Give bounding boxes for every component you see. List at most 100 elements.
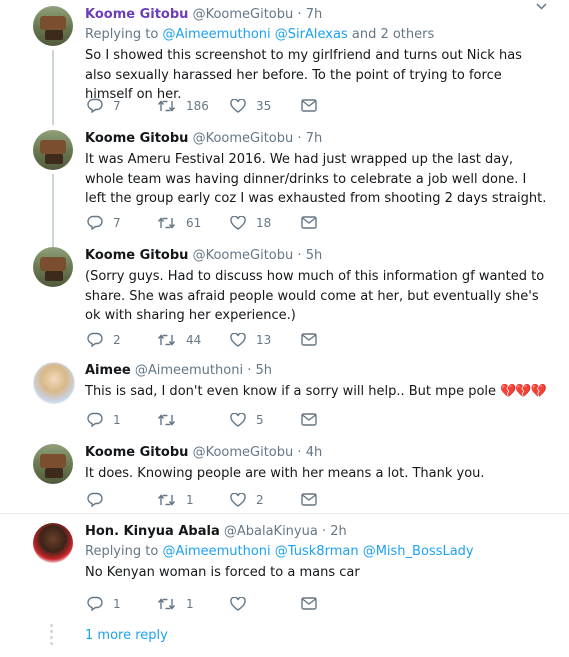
more-replies-link[interactable]: 1 more reply — [85, 628, 168, 643]
timestamp[interactable]: 4h — [306, 445, 323, 460]
like-button[interactable] — [230, 595, 256, 613]
tweet[interactable]: Koome Gitobu @KoomeGitobu · 5h (Sorry gu… — [0, 240, 569, 352]
user-handle[interactable]: @KoomeGitobu — [193, 248, 294, 263]
tweet[interactable]: Koome Gitobu @KoomeGitobu · 4h It does. … — [0, 437, 569, 513]
retweet-button[interactable] — [157, 411, 186, 429]
reply-count: 2 — [113, 333, 121, 347]
separator: · — [297, 248, 302, 263]
dm-button[interactable] — [301, 595, 317, 613]
mention-link[interactable]: @Aimeemuthoni — [162, 544, 270, 559]
user-handle[interactable]: @KoomeGitobu — [193, 131, 294, 146]
dm-button[interactable] — [301, 214, 317, 232]
avatar[interactable] — [33, 362, 75, 404]
tweet[interactable]: Koome Gitobu @KoomeGitobu · 7h It was Am… — [0, 122, 569, 247]
user-name[interactable]: Hon. Kinyua Abala — [85, 524, 220, 539]
reply-button[interactable]: 1 — [87, 595, 121, 613]
user-name[interactable]: Koome Gitobu — [85, 131, 188, 146]
retweet-button[interactable]: 44 — [157, 331, 201, 349]
like-count: 2 — [256, 493, 264, 507]
user-name[interactable]: Koome Gitobu — [85, 445, 188, 460]
tweet[interactable]: Hon. Kinyua Abala @AbalaKinyua · 2h Repl… — [0, 514, 569, 618]
heart-icon — [230, 215, 246, 230]
avatar[interactable] — [33, 6, 73, 46]
separator: · — [297, 7, 302, 22]
reply-icon — [87, 332, 103, 348]
retweet-icon — [157, 413, 176, 426]
user-handle[interactable]: @Aimeemuthoni — [135, 363, 243, 378]
heart-icon — [230, 332, 246, 347]
retweet-count: 44 — [186, 333, 202, 347]
separator: · — [321, 524, 327, 539]
retweet-count: 61 — [186, 216, 202, 230]
heart-icon — [230, 412, 246, 427]
chevron-down-icon[interactable] — [536, 2, 547, 13]
like-count: 13 — [256, 333, 272, 347]
user-handle[interactable]: @AbalaKinyua — [224, 524, 318, 539]
avatar[interactable] — [33, 130, 73, 170]
replying-to-label: Replying to — [85, 544, 159, 559]
timestamp[interactable]: 7h — [306, 7, 323, 22]
replying-to-others[interactable]: and 2 others — [352, 27, 434, 42]
user-name[interactable]: Aimee — [85, 363, 131, 378]
reply-button[interactable]: 2 — [87, 331, 121, 349]
retweet-button[interactable]: 186 — [157, 97, 209, 115]
like-button[interactable]: 5 — [230, 411, 264, 429]
timestamp[interactable]: 5h — [306, 248, 323, 263]
retweet-button[interactable]: 61 — [157, 214, 201, 232]
retweet-count: 186 — [186, 99, 209, 113]
avatar[interactable] — [33, 523, 73, 563]
like-button[interactable]: 13 — [230, 331, 271, 349]
replying-to-label: Replying to — [85, 27, 159, 42]
like-count: 18 — [256, 216, 272, 230]
reply-button[interactable] — [87, 491, 113, 509]
like-button[interactable]: 2 — [230, 491, 264, 509]
tweet-text: No Kenyan woman is forced to a mans car — [85, 565, 360, 580]
like-button[interactable]: 18 — [230, 214, 271, 232]
heart-icon — [230, 492, 246, 507]
dm-button[interactable] — [301, 97, 317, 115]
broken-heart-emoji: 💔💔💔 — [500, 384, 547, 399]
user-name[interactable]: Koome Gitobu — [85, 7, 188, 22]
direct-message-icon — [301, 493, 317, 506]
mention-link[interactable]: @Mish_BossLady — [363, 544, 474, 559]
dm-button[interactable] — [301, 331, 317, 349]
retweet-button[interactable]: 1 — [157, 595, 194, 613]
reply-icon — [87, 492, 103, 508]
tweet[interactable]: Aimee @Aimeemuthoni · 5h This is sad, I … — [0, 352, 569, 437]
dm-button[interactable] — [301, 491, 317, 509]
avatar[interactable] — [33, 247, 73, 287]
retweet-count: 1 — [186, 597, 194, 611]
user-handle[interactable]: @KoomeGitobu — [193, 445, 294, 460]
timestamp[interactable]: 5h — [255, 363, 272, 378]
avatar[interactable] — [33, 444, 73, 484]
reply-count: 1 — [113, 413, 121, 427]
reply-button[interactable]: 1 — [87, 411, 121, 429]
user-handle[interactable]: @KoomeGitobu — [193, 7, 294, 22]
direct-message-icon — [301, 597, 317, 610]
direct-message-icon — [301, 99, 317, 112]
dm-button[interactable] — [301, 411, 317, 429]
reply-button[interactable]: 7 — [87, 214, 121, 232]
retweet-icon — [157, 216, 176, 229]
like-count: 35 — [256, 99, 272, 113]
retweet-button[interactable]: 1 — [157, 491, 194, 509]
tweet[interactable]: Koome Gitobu @KoomeGitobu · 7h Replying … — [0, 0, 569, 125]
mention-link[interactable]: @SirAlexas — [275, 27, 348, 42]
timestamp[interactable]: 7h — [306, 131, 323, 146]
mention-link[interactable]: @Tusk8rman — [275, 544, 359, 559]
like-button[interactable]: 35 — [230, 97, 271, 115]
thread-line — [52, 50, 54, 125]
retweet-icon — [157, 99, 176, 112]
reply-button[interactable]: 7 — [87, 97, 121, 115]
direct-message-icon — [301, 216, 317, 229]
reply-count: 7 — [113, 216, 121, 230]
mention-link[interactable]: @Aimeemuthoni — [162, 27, 270, 42]
tweet-text: It was Ameru Festival 2016. We had just … — [85, 152, 547, 206]
separator: · — [297, 131, 302, 146]
reply-count: 7 — [113, 99, 121, 113]
timestamp[interactable]: 2h — [330, 524, 347, 539]
retweet-icon — [157, 333, 176, 346]
reply-icon — [87, 596, 103, 612]
user-name[interactable]: Koome Gitobu — [85, 248, 188, 263]
reply-icon — [87, 215, 103, 231]
